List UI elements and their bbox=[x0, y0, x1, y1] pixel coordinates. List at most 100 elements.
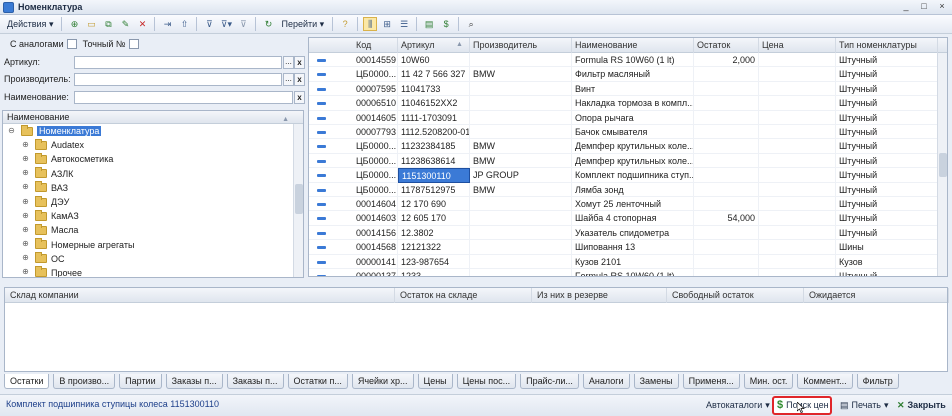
tab[interactable]: Применя... bbox=[682, 374, 740, 389]
tree-item[interactable]: ⊕ Прочее bbox=[3, 266, 303, 277]
print-menu[interactable]: ▤ Печать ▾ bbox=[840, 398, 889, 413]
table-cell[interactable] bbox=[694, 225, 759, 241]
table-cell[interactable] bbox=[759, 197, 836, 212]
expand-icon[interactable]: ⊕ bbox=[21, 211, 30, 221]
table-cell[interactable] bbox=[759, 125, 836, 140]
maximize-button[interactable]: □ bbox=[918, 1, 930, 11]
table-row[interactable]: 00000137 1233 Formula RS 10W60 (1 lt) Штучн… bbox=[309, 269, 938, 276]
filter-clear-icon[interactable]: ⊽ bbox=[236, 17, 250, 31]
table-cell[interactable]: 00014559 bbox=[353, 53, 398, 68]
expand-icon[interactable]: ⊕ bbox=[21, 225, 30, 235]
table-cell[interactable] bbox=[694, 153, 759, 169]
tab[interactable]: Мин. ост. bbox=[743, 374, 794, 389]
table-cell[interactable]: ЦБ0000... bbox=[353, 182, 398, 197]
table-cell[interactable] bbox=[759, 240, 836, 255]
table-cell[interactable]: 00000141 bbox=[353, 254, 398, 269]
filter-icon[interactable]: ⊽ bbox=[202, 17, 216, 31]
tab[interactable]: Остатки bbox=[4, 374, 50, 389]
report-icon[interactable]: ▤ bbox=[422, 17, 436, 31]
article-field[interactable] bbox=[74, 55, 282, 69]
table-cell[interactable]: Кузов 2101 bbox=[572, 254, 694, 269]
tab[interactable]: Заказы п... bbox=[226, 374, 284, 389]
table-cell[interactable] bbox=[694, 254, 759, 269]
table-cell[interactable]: Фильтр масляный bbox=[572, 67, 694, 82]
tab[interactable]: Цены пос... bbox=[456, 374, 517, 389]
table-cell[interactable]: ЦБ0000... bbox=[353, 139, 398, 154]
goto-menu[interactable]: Перейти ▾ bbox=[278, 19, 327, 30]
delete-icon[interactable]: ✕ bbox=[135, 17, 149, 31]
table-cell[interactable]: Штучный bbox=[836, 153, 938, 169]
table-cell[interactable]: ЦБ0000... bbox=[353, 67, 398, 82]
table-cell[interactable]: Демпфер крутильных коле... bbox=[572, 139, 694, 154]
table-cell[interactable]: Бачок смывателя bbox=[572, 125, 694, 140]
expand-icon[interactable]: ⊕ bbox=[21, 140, 30, 150]
table-cell[interactable] bbox=[759, 168, 836, 183]
expand-icon[interactable]: ⊕ bbox=[21, 169, 30, 178]
table-cell[interactable] bbox=[470, 125, 572, 140]
article-select-button[interactable]: ... bbox=[283, 55, 294, 69]
table-cell[interactable]: Опора рычага bbox=[572, 110, 694, 125]
tab[interactable]: Остатки п... bbox=[287, 374, 348, 389]
table-cell[interactable]: 12 605 170 bbox=[398, 211, 470, 226]
copy-icon[interactable]: ⧉ bbox=[101, 17, 115, 31]
expand-icon[interactable]: ⊕ bbox=[21, 154, 30, 164]
table-cell[interactable]: Штучный bbox=[836, 67, 938, 82]
table-cell[interactable]: 1151300110 bbox=[398, 168, 470, 183]
table-cell[interactable] bbox=[470, 211, 572, 226]
table-cell[interactable]: 00014604 bbox=[353, 197, 398, 212]
autocatalogs-menu[interactable]: Автокаталоги ▾ bbox=[706, 398, 770, 413]
table-cell[interactable]: Накладка тормоза в компл... bbox=[572, 96, 694, 111]
table-cell[interactable] bbox=[759, 153, 836, 169]
table-cell[interactable] bbox=[759, 53, 836, 68]
column-header[interactable]: Остаток bbox=[694, 38, 759, 53]
exact-number-checkbox[interactable] bbox=[128, 39, 139, 49]
table-cell[interactable]: BMW bbox=[470, 67, 572, 82]
expand-icon[interactable]: ⊕ bbox=[21, 240, 30, 249]
help-icon[interactable]: ? bbox=[338, 17, 352, 31]
tree-scrollbar[interactable] bbox=[293, 124, 303, 277]
manufacturer-field[interactable] bbox=[74, 72, 282, 86]
tab[interactable]: Ячейки хр... bbox=[351, 374, 414, 389]
add-folder-icon[interactable]: ▭ bbox=[84, 17, 98, 31]
tab[interactable]: Замены bbox=[633, 374, 679, 389]
table-cell[interactable]: 1233 bbox=[398, 269, 470, 276]
name-clear-button[interactable]: x bbox=[294, 90, 305, 104]
tree-item[interactable]: ⊕ АЗЛК bbox=[3, 167, 303, 181]
prices-icon[interactable]: $ bbox=[439, 17, 453, 31]
table-cell[interactable]: Демпфер крутильных коле... bbox=[572, 153, 694, 169]
table-row[interactable]: 00006510 11046152XX2 Накладка тормоза в ко… bbox=[309, 96, 938, 111]
expand-icon[interactable]: ⊕ bbox=[21, 254, 30, 263]
tree-header[interactable]: Наименование ▲ bbox=[3, 111, 303, 124]
table-cell[interactable]: Штучный bbox=[836, 125, 938, 140]
expand-icon[interactable]: ⊕ bbox=[21, 183, 30, 192]
table-row[interactable]: 00014156 12.3802 Указатель спидометра Штучн… bbox=[309, 225, 938, 241]
table-cell[interactable]: Formula RS 10W60 (1 lt) bbox=[572, 53, 694, 68]
tree-item[interactable]: ⊕ ОС bbox=[3, 252, 303, 266]
table-cell[interactable]: 00014605 bbox=[353, 110, 398, 125]
column-header[interactable]: Цена bbox=[759, 38, 836, 53]
tab[interactable]: Прайс-ли... bbox=[520, 374, 579, 389]
table-row[interactable]: 00014604 12 170 690 Хомут 25 ленточный Штуч… bbox=[309, 197, 938, 212]
table-cell[interactable]: 00006510 bbox=[353, 96, 398, 111]
table-cell[interactable]: JP GROUP bbox=[470, 168, 572, 183]
table-row[interactable]: ЦБ0000... 11 42 7 566 327 BMW Фильтр маслян… bbox=[309, 67, 938, 82]
table-cell[interactable] bbox=[470, 81, 572, 97]
tab[interactable]: Коммент... bbox=[797, 374, 853, 389]
table-cell[interactable]: 00014568 bbox=[353, 240, 398, 255]
column-header[interactable]: Код bbox=[353, 38, 398, 53]
table-cell[interactable] bbox=[759, 211, 836, 226]
stock-column-header[interactable]: Свободный остаток bbox=[667, 288, 804, 303]
table-cell[interactable]: 00014156 bbox=[353, 225, 398, 241]
table-cell[interactable]: 00000137 bbox=[353, 269, 398, 276]
tree-item[interactable]: ⊕ Номерные агрегаты bbox=[3, 238, 303, 252]
table-cell[interactable]: Указатель спидометра bbox=[572, 225, 694, 241]
table-cell[interactable]: ЦБ0000... bbox=[353, 168, 398, 183]
table-cell[interactable] bbox=[694, 168, 759, 183]
tab[interactable]: Фильтр bbox=[856, 374, 899, 389]
stock-table[interactable]: Склад компании Остаток на складе Из них в … bbox=[4, 287, 949, 372]
table-cell[interactable]: Комплект подшипника ступ... bbox=[572, 168, 694, 183]
table-cell[interactable]: 1112.5208200-01 bbox=[398, 125, 470, 140]
table-cell[interactable]: 11 42 7 566 327 bbox=[398, 67, 470, 82]
table-cell[interactable]: 00007793 bbox=[353, 125, 398, 140]
table-cell[interactable] bbox=[759, 254, 836, 269]
